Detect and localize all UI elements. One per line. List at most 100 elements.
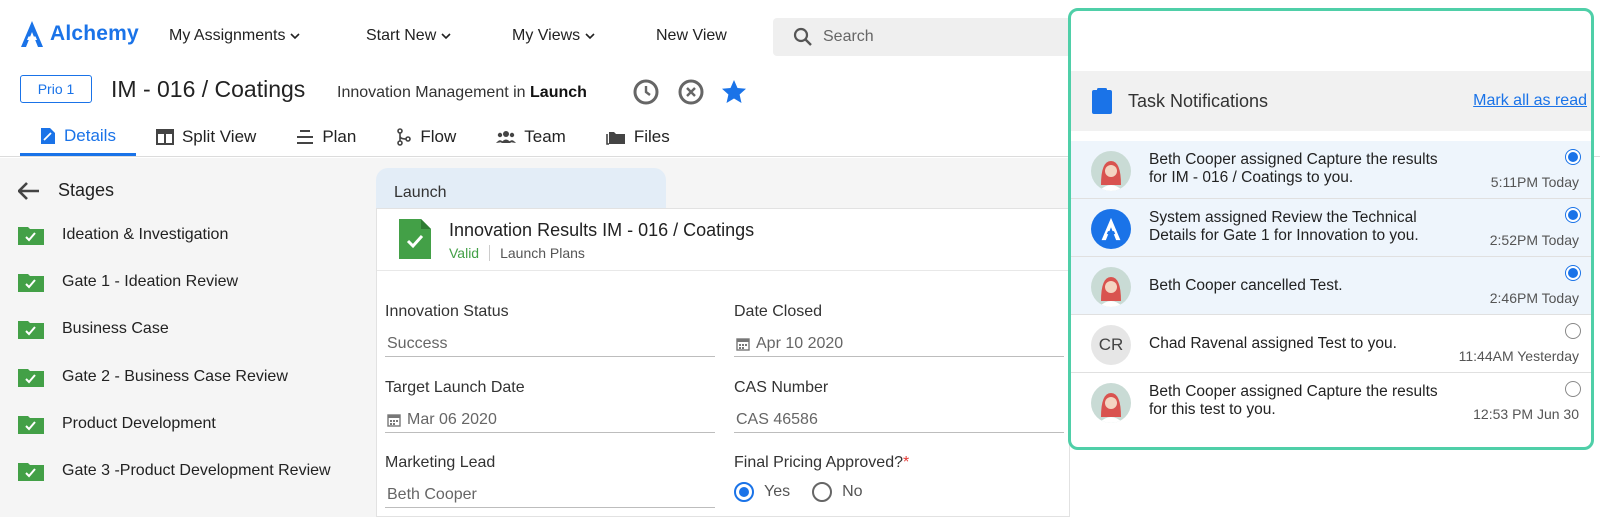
- tab-files-label: Files: [633, 127, 670, 146]
- tab-plan[interactable]: Plan: [276, 118, 376, 156]
- nav-start-new[interactable]: Start New: [366, 27, 451, 45]
- edit-doc-icon: [41, 127, 55, 144]
- chevron-down-icon: [585, 33, 595, 40]
- favorite-star-icon[interactable]: [720, 78, 748, 106]
- nav-new-view-label: New View: [656, 27, 727, 44]
- stage-tab-launch[interactable]: Launch: [376, 168, 666, 208]
- notification-time: 12:53 PM Jun 30: [1473, 406, 1579, 422]
- tab-split-view[interactable]: Split View: [136, 118, 276, 156]
- files-icon: [606, 132, 625, 145]
- read-indicator[interactable]: [1565, 323, 1581, 339]
- plan-icon: [297, 130, 314, 144]
- stage-item[interactable]: Business Case: [18, 319, 169, 339]
- nav-my-assignments-label: My Assignments: [169, 27, 286, 44]
- back-arrow-icon[interactable]: [18, 181, 40, 200]
- folder-check-icon: [18, 274, 44, 292]
- unread-indicator[interactable]: [1565, 207, 1581, 223]
- notification-time: 5:11PM Today: [1490, 174, 1579, 190]
- required-mark: *: [902, 454, 910, 471]
- notification-time: 11:44AM Yesterday: [1458, 348, 1579, 364]
- alchemy-logo-icon: [21, 21, 43, 47]
- team-icon: [496, 131, 517, 143]
- status-badge: Valid: [449, 245, 480, 261]
- radio-no[interactable]: No: [812, 482, 863, 502]
- split-view-icon: [155, 129, 174, 145]
- folder-check-icon: [18, 369, 44, 387]
- notification-item[interactable]: CR Chad Ravenal assigned Test to you. 11…: [1071, 315, 1591, 373]
- nav-my-views[interactable]: My Views: [512, 27, 595, 45]
- unread-indicator[interactable]: [1565, 149, 1581, 165]
- notification-time: 2:52PM Today: [1489, 232, 1579, 248]
- final-pricing-radio-group: Yes No: [734, 482, 1064, 502]
- final-pricing-field: Final Pricing Approved?* Yes No: [734, 454, 1064, 502]
- field-value-text: Beth Cooper: [387, 485, 477, 503]
- target-launch-value[interactable]: Mar 06 2020: [385, 407, 715, 433]
- tab-flow[interactable]: Flow: [376, 118, 476, 156]
- folder-check-icon: [18, 463, 44, 481]
- innovation-status-field: Innovation Status Success: [385, 303, 715, 357]
- tab-team[interactable]: Team: [476, 118, 586, 156]
- unread-indicator[interactable]: [1565, 265, 1581, 281]
- notification-time: 2:46PM Today: [1489, 290, 1579, 306]
- marketing-lead-value[interactable]: Beth Cooper: [385, 482, 715, 508]
- valid-document-icon: [399, 219, 431, 259]
- person-avatar-icon: [1091, 383, 1131, 423]
- person-avatar-icon: [1091, 267, 1131, 307]
- stage-item[interactable]: Gate 3 -Product Development Review: [18, 461, 331, 481]
- radio-yes[interactable]: Yes: [734, 482, 790, 502]
- nav-new-view[interactable]: New View: [656, 27, 727, 45]
- field-label: CAS Number: [734, 379, 829, 396]
- tab-flow-label: Flow: [420, 127, 457, 146]
- form-meta: Valid Launch Plans: [449, 245, 585, 261]
- radio-yes-label: Yes: [764, 483, 791, 500]
- chevron-down-icon: [441, 33, 451, 40]
- notification-item[interactable]: Beth Cooper cancelled Test. 2:46PM Today: [1071, 257, 1591, 315]
- tab-files[interactable]: Files: [586, 118, 690, 156]
- calendar-icon: [736, 337, 750, 351]
- radio-no-control[interactable]: [812, 482, 833, 502]
- field-label: Target Launch Date: [385, 379, 525, 396]
- tab-split-view-label: Split View: [181, 127, 257, 146]
- innovation-status-value[interactable]: Success: [385, 331, 715, 357]
- calendar-icon: [387, 413, 401, 427]
- notification-item[interactable]: Beth Cooper assigned Capture the results…: [1071, 141, 1591, 199]
- notification-item[interactable]: Beth Cooper assigned Capture the results…: [1071, 373, 1591, 431]
- stage-item[interactable]: Ideation & Investigation: [18, 225, 228, 245]
- read-indicator[interactable]: [1565, 381, 1581, 397]
- radio-yes-control[interactable]: [734, 482, 754, 502]
- mark-all-read-link[interactable]: Mark all as read: [1473, 92, 1587, 110]
- notifications-title: Task Notifications: [1128, 91, 1269, 111]
- tab-details[interactable]: Details: [20, 118, 136, 156]
- notifications-header: Task Notifications Mark all as read: [1071, 71, 1591, 131]
- history-clock-icon[interactable]: [632, 78, 660, 106]
- app-name: Alchemy: [50, 22, 139, 45]
- date-closed-field: Date Closed Apr 10 2020: [734, 303, 1064, 357]
- app-logo[interactable]: Alchemy: [20, 20, 139, 48]
- cas-number-value[interactable]: CAS 46586: [734, 407, 1064, 433]
- field-label: Innovation Status: [385, 303, 509, 320]
- notification-item[interactable]: System assigned Review the Technical Det…: [1071, 199, 1591, 257]
- folder-check-icon: [18, 227, 44, 245]
- date-closed-value[interactable]: Apr 10 2020: [734, 331, 1064, 357]
- priority-badge[interactable]: Prio 1: [20, 75, 92, 103]
- stage-item[interactable]: Gate 1 - Ideation Review: [18, 272, 238, 292]
- field-value-text: CAS 46586: [736, 410, 818, 428]
- system-avatar: [1091, 209, 1131, 249]
- stage-item[interactable]: Gate 2 - Business Case Review: [18, 367, 288, 387]
- stage-item[interactable]: Product Development: [18, 414, 216, 434]
- main-content: Launch Innovation Results IM - 016 / Coa…: [370, 158, 1071, 517]
- notification-text: Beth Cooper assigned Capture the results…: [1149, 151, 1438, 186]
- cancel-timer-icon[interactable]: [677, 78, 705, 106]
- notification-text: Beth Cooper assigned Capture the results…: [1149, 383, 1438, 418]
- stage-label: Ideation & Investigation: [62, 226, 229, 243]
- target-launch-field: Target Launch Date Mar 06 2020: [385, 379, 715, 433]
- alchemy-logo-icon: [1101, 217, 1121, 241]
- subtitle-stage: Launch: [530, 84, 587, 101]
- nav-my-assignments[interactable]: My Assignments: [169, 27, 301, 45]
- task-notifications-panel: Task Notifications Mark all as read Beth…: [1068, 8, 1594, 450]
- nav-start-new-label: Start New: [366, 27, 437, 44]
- field-value-text: Success: [387, 334, 448, 352]
- divider: [489, 245, 491, 261]
- radio-no-label: No: [842, 483, 863, 500]
- record-subtitle: Innovation Management in Launch: [337, 84, 587, 102]
